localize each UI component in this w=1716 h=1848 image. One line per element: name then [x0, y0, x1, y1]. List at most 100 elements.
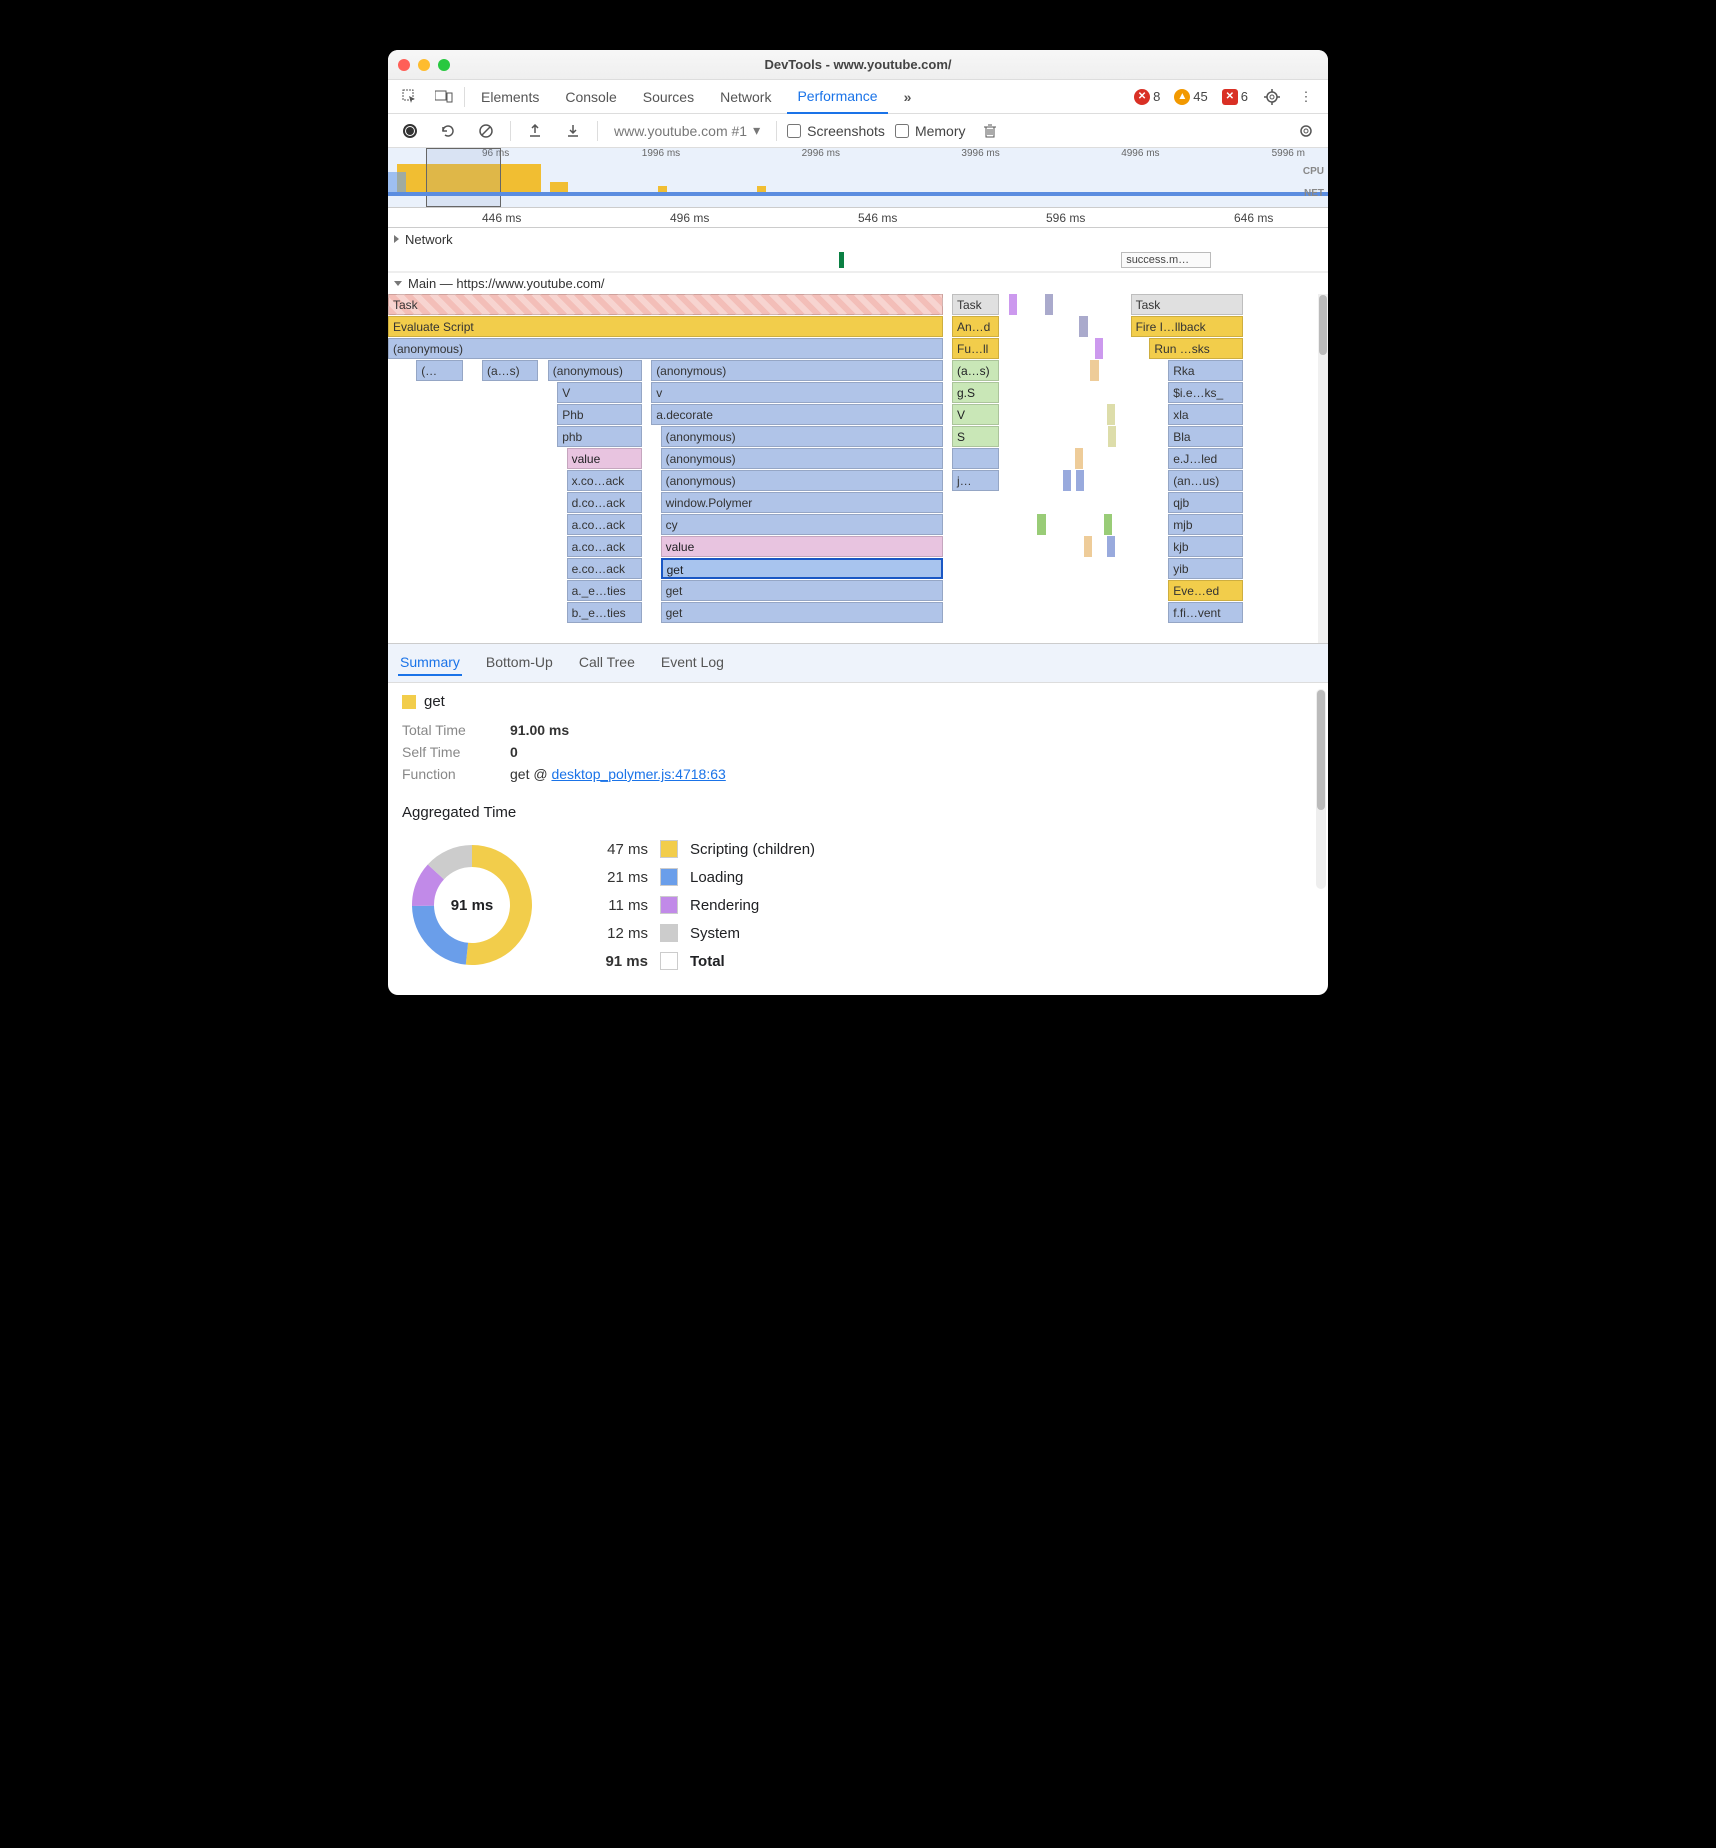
flame-entry[interactable]: get [661, 558, 943, 579]
flame-entry[interactable]: An…d [952, 316, 999, 337]
download-icon[interactable] [559, 117, 587, 145]
flame-entry[interactable]: (anonymous) [661, 426, 943, 447]
flame-entry[interactable]: a.co…ack [567, 536, 642, 557]
flame-entry[interactable]: kjb [1168, 536, 1243, 557]
reload-button[interactable] [434, 117, 462, 145]
function-source-link[interactable]: desktop_polymer.js:4718:63 [551, 766, 725, 782]
flame-entry[interactable] [1104, 514, 1112, 535]
flame-entry[interactable] [1037, 514, 1046, 535]
flame-entry[interactable]: value [567, 448, 642, 469]
flame-entry[interactable] [1079, 316, 1088, 337]
flame-entry[interactable] [1075, 448, 1083, 469]
flame-entry[interactable]: e.co…ack [567, 558, 642, 579]
tab-summary[interactable]: Summary [398, 650, 462, 676]
flame-entry[interactable]: Rka [1168, 360, 1243, 381]
flame-entry[interactable]: phb [557, 426, 642, 447]
flame-entry[interactable]: (anonymous) [661, 448, 943, 469]
flame-entry[interactable]: Evaluate Script [388, 316, 943, 337]
flame-entry[interactable]: mjb [1168, 514, 1243, 535]
tab-sources[interactable]: Sources [633, 80, 704, 114]
network-track[interactable]: success.m… [388, 250, 1328, 272]
flame-entry[interactable]: (anonymous) [651, 360, 942, 381]
flame-entry[interactable]: x.co…ack [567, 470, 642, 491]
flame-entry[interactable]: value [661, 536, 943, 557]
network-request-item[interactable]: success.m… [1121, 252, 1211, 268]
flame-chart[interactable]: TaskEvaluate Script(anonymous)(…(a…s)(an… [388, 294, 1328, 644]
flame-entry[interactable]: v [651, 382, 942, 403]
summary-scrollbar[interactable] [1316, 689, 1326, 889]
screenshots-checkbox[interactable]: Screenshots [787, 123, 885, 139]
flame-entry[interactable] [1107, 536, 1115, 557]
main-track-header[interactable]: Main — https://www.youtube.com/ [388, 272, 1328, 294]
gc-icon[interactable] [976, 117, 1004, 145]
network-request-marker[interactable] [839, 252, 844, 268]
memory-checkbox[interactable]: Memory [895, 123, 966, 139]
flame-scrollbar[interactable] [1318, 294, 1328, 643]
tab-call-tree[interactable]: Call Tree [577, 650, 637, 676]
flame-entry[interactable]: (a…s) [482, 360, 538, 381]
tab-console[interactable]: Console [555, 80, 626, 114]
flame-entry[interactable]: (… [416, 360, 463, 381]
flame-entry[interactable] [1108, 426, 1116, 447]
warnings-badge[interactable]: ▲45 [1170, 89, 1211, 105]
flame-entry[interactable]: S [952, 426, 999, 447]
flame-entry[interactable]: window.Polymer [661, 492, 943, 513]
flame-entry[interactable]: (anonymous) [661, 470, 943, 491]
flame-entry[interactable] [1076, 470, 1084, 491]
capture-settings-icon[interactable] [1292, 117, 1320, 145]
flame-entry[interactable] [1095, 338, 1103, 359]
flame-entry[interactable]: a._e…ties [567, 580, 642, 601]
flame-entry[interactable]: xla [1168, 404, 1243, 425]
flame-entry[interactable]: cy [661, 514, 943, 535]
flame-entry[interactable]: Task [1131, 294, 1244, 315]
flame-entry[interactable]: yib [1168, 558, 1243, 579]
flame-entry[interactable]: a.decorate [651, 404, 942, 425]
flame-entry[interactable]: g.S [952, 382, 999, 403]
flame-entry[interactable] [1107, 404, 1115, 425]
flame-entry[interactable]: Run …sks [1149, 338, 1243, 359]
tab-event-log[interactable]: Event Log [659, 650, 726, 676]
flame-entry[interactable]: Task [388, 294, 943, 315]
inspect-icon[interactable] [396, 83, 424, 111]
flame-entry[interactable]: Eve…ed [1168, 580, 1243, 601]
flame-entry[interactable]: Bla [1168, 426, 1243, 447]
flame-entry[interactable]: (a…s) [952, 360, 999, 381]
flame-entry[interactable] [1045, 294, 1053, 315]
record-button[interactable] [396, 117, 424, 145]
flame-entry[interactable]: qjb [1168, 492, 1243, 513]
tab-elements[interactable]: Elements [471, 80, 549, 114]
flame-entry[interactable]: (an…us) [1168, 470, 1243, 491]
flame-entry[interactable]: get [661, 602, 943, 623]
flame-entry[interactable]: j… [952, 470, 999, 491]
more-icon[interactable]: ⋮ [1292, 83, 1320, 111]
tab-bottom-up[interactable]: Bottom-Up [484, 650, 555, 676]
flame-entry[interactable]: get [661, 580, 943, 601]
flame-entry[interactable]: e.J…led [1168, 448, 1243, 469]
flame-entry[interactable] [1009, 294, 1017, 315]
tabs-overflow-icon[interactable]: » [894, 80, 922, 114]
device-icon[interactable] [430, 83, 458, 111]
network-track-header[interactable]: Network [388, 228, 1328, 250]
flame-entry[interactable]: (anonymous) [388, 338, 943, 359]
flame-entry[interactable] [1084, 536, 1092, 557]
flame-entry[interactable]: V [952, 404, 999, 425]
flame-entry[interactable] [952, 448, 999, 469]
flame-entry[interactable]: $i.e…ks_ [1168, 382, 1243, 403]
clear-button[interactable] [472, 117, 500, 145]
settings-icon[interactable] [1258, 83, 1286, 111]
upload-icon[interactable] [521, 117, 549, 145]
flame-entry[interactable]: Task [952, 294, 999, 315]
flame-entry[interactable]: b._e…ties [567, 602, 642, 623]
tab-network[interactable]: Network [710, 80, 781, 114]
errors-badge[interactable]: ✕8 [1130, 89, 1164, 105]
tab-performance[interactable]: Performance [787, 80, 887, 114]
flame-entry[interactable]: Phb [557, 404, 642, 425]
flame-entry[interactable]: (anonymous) [548, 360, 642, 381]
flame-entry[interactable] [1090, 360, 1099, 381]
flame-entry[interactable]: Fu…ll [952, 338, 999, 359]
flame-entry[interactable]: f.fi…vent [1168, 602, 1243, 623]
overview-viewport[interactable] [426, 148, 501, 207]
blocked-badge[interactable]: ✕6 [1218, 89, 1252, 105]
flame-entry[interactable]: V [557, 382, 642, 403]
overview-timeline[interactable]: 96 ms 1996 ms 2996 ms 3996 ms 4996 ms 59… [388, 148, 1328, 208]
